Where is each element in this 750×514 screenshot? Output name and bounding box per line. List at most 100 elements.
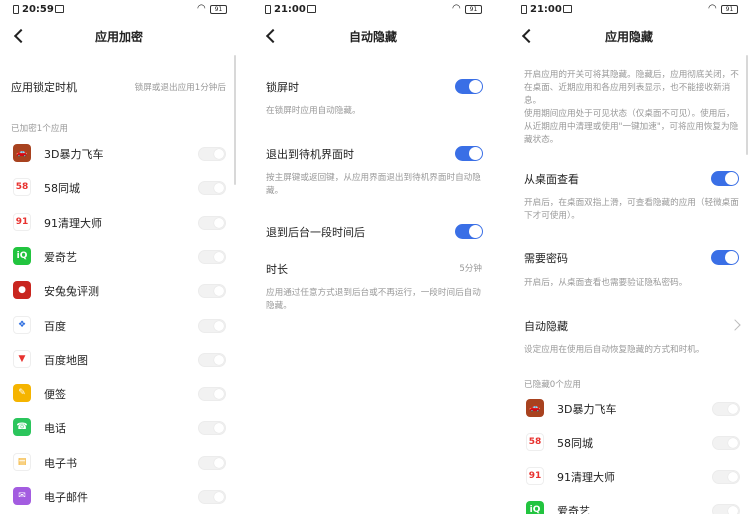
lock-screen-label: 锁屏时 (266, 81, 299, 94)
status-bar: 21:00 ◠ 91 (252, 0, 494, 20)
duration-value[interactable]: 5分钟 (459, 262, 482, 274)
password-label: 需要密码 (524, 252, 568, 265)
app-toggle[interactable] (198, 387, 226, 402)
app-list-item[interactable]: iQ 爱奇艺 (508, 493, 750, 514)
battery-icon: 91 (465, 5, 482, 14)
status-bar: 21:00 ◠ 91 (508, 0, 750, 20)
page-title: 应用隐藏 (604, 30, 653, 44)
status-bar: 20:59 ◠ 91 (0, 0, 238, 20)
app-list-item[interactable]: ▼ 百度地图 (0, 342, 238, 376)
duration-label[interactable]: 时长 (266, 261, 288, 277)
app-name: 百度 (44, 319, 66, 333)
background-desc: 应用通过任意方式退到后台或不再运行，一段时间后自动隐藏。 (266, 288, 481, 311)
cleaner-icon: 91 (526, 467, 544, 485)
app-list-item[interactable]: ❖ 百度 (0, 308, 238, 342)
iqiyi-icon: iQ (13, 246, 31, 265)
app-toggle[interactable] (712, 504, 740, 514)
app-list-item[interactable]: 58 58同城 (0, 170, 238, 204)
app-toggle[interactable] (198, 352, 226, 367)
pencil-icon: ✎ (13, 384, 31, 403)
app-list-item[interactable]: 91 91清理大师 (508, 459, 750, 493)
intro-text: 开启应用的开关可将其隐藏。隐藏后，应用彻底关闭，不在桌面、近期应用和各应用列表显… (524, 70, 739, 106)
antutu-icon: ● (13, 281, 31, 300)
app-toggle[interactable] (712, 470, 740, 484)
app-list-item[interactable]: 91 91清理大师 (0, 205, 238, 239)
app-list-item[interactable]: ✉ 电子邮件 (0, 479, 238, 513)
desktop-view-desc: 开启后，在桌面双指上滑，可查看隐藏的应用（轻微桌面下才可使用）。 (524, 198, 739, 221)
background-toggle[interactable] (455, 224, 483, 239)
password-desc: 开启后，从桌面查看也需要验证隐私密码。 (524, 278, 688, 288)
wifi-icon: ◠ (452, 3, 461, 14)
app-name: 便签 (44, 388, 66, 402)
message-icon (563, 5, 572, 13)
racing-car-icon: 🚗 (13, 144, 31, 162)
app-toggle[interactable] (198, 147, 226, 161)
chevron-right-icon[interactable] (729, 319, 741, 331)
hidden-section-label: 已隐藏0个应用 (524, 380, 582, 390)
app-toggle[interactable] (198, 249, 226, 264)
background-label: 退到后台一段时间后 (266, 226, 365, 239)
section-label: 已加密1个应用 (11, 124, 69, 134)
racing-car-icon: 🚗 (526, 399, 544, 417)
app-list-item[interactable]: 58 58同城 (508, 425, 750, 459)
status-time: 20:59 (22, 4, 54, 15)
scrollbar[interactable] (746, 55, 748, 155)
app-name: 91清理大师 (44, 216, 102, 230)
app-name: 3D暴力飞车 (44, 148, 104, 161)
page-title: 应用加密 (94, 30, 143, 44)
app-toggle[interactable] (198, 318, 226, 333)
lock-screen-toggle[interactable] (455, 79, 483, 94)
desktop-view-label: 从桌面查看 (524, 173, 579, 186)
app-name: 百度地图 (44, 353, 88, 367)
app-name: 电话 (44, 422, 66, 436)
lock-screen-desc: 在锁屏时应用自动隐藏。 (266, 106, 361, 116)
app-list-item[interactable]: ▤ 电子书 (0, 445, 238, 479)
app-toggle[interactable] (198, 215, 226, 230)
app-name: 91清理大师 (557, 471, 615, 484)
book-icon: ▤ (13, 452, 31, 471)
app-list-item[interactable]: 🚗 3D暴力飞车 (0, 136, 238, 170)
exit-toggle[interactable] (455, 146, 483, 161)
message-icon (307, 5, 316, 13)
auto-hide-desc: 设定应用在使用后自动恢复隐藏的方式和时机。 (524, 345, 705, 355)
message-icon (55, 5, 64, 13)
app-encryption-screen: 20:59 ◠ 91 应用加密 应用锁定时机 锁屏或退出应用1分钟后 已加密1个… (0, 0, 238, 514)
phone-icon: ☎ (13, 418, 31, 437)
status-time: 21:00 (274, 4, 306, 15)
app-toggle[interactable] (198, 284, 226, 299)
sim-icon (265, 5, 271, 14)
wifi-icon: ◠ (708, 3, 717, 14)
map-pin-icon: ▼ (13, 349, 31, 368)
sim-icon (521, 5, 527, 14)
app-list-item[interactable]: ✎ 便签 (0, 376, 238, 410)
status-time: 21:00 (530, 4, 562, 15)
app-list-item[interactable]: 🚗 3D暴力飞车 (508, 391, 750, 425)
app-list-item[interactable]: iQ 爱奇艺 (0, 239, 238, 273)
app-name: 58同城 (557, 437, 593, 450)
app-name: 爱奇艺 (44, 250, 77, 264)
page-title: 自动隐藏 (348, 30, 397, 44)
desktop-view-toggle[interactable] (711, 171, 739, 186)
app-name: 电子书 (44, 456, 77, 470)
battery-icon: 91 (210, 5, 227, 14)
app-name: 3D暴力飞车 (557, 403, 617, 416)
58-logo-icon: 58 (13, 178, 31, 197)
app-toggle[interactable] (198, 455, 226, 470)
app-list-item[interactable]: ● 安兔兔评测 (0, 273, 238, 307)
app-list-item[interactable]: ☎ 电话 (0, 410, 238, 444)
baidu-paw-icon: ❖ (13, 315, 31, 334)
exit-desc: 按主屏键或返回键，从应用界面退出到待机界面时自动隐藏。 (266, 173, 481, 196)
58-logo-icon: 58 (526, 433, 544, 451)
app-toggle[interactable] (198, 181, 226, 196)
app-toggle[interactable] (198, 421, 226, 436)
auto-hide-label[interactable]: 自动隐藏 (524, 318, 568, 334)
app-toggle[interactable] (712, 436, 740, 450)
app-toggle[interactable] (198, 490, 226, 504)
wifi-icon: ◠ (197, 3, 206, 14)
lock-timing-label[interactable]: 应用锁定时机 (11, 79, 77, 95)
lock-timing-value[interactable]: 锁屏或退出应用1分钟后 (135, 81, 226, 93)
iqiyi-icon: iQ (526, 501, 544, 514)
app-hide-screen: 21:00 ◠ 91 应用隐藏 开启应用的开关可将其隐藏。隐藏后，应用彻底关闭，… (508, 0, 750, 514)
app-toggle[interactable] (712, 402, 740, 416)
password-toggle[interactable] (711, 250, 739, 265)
